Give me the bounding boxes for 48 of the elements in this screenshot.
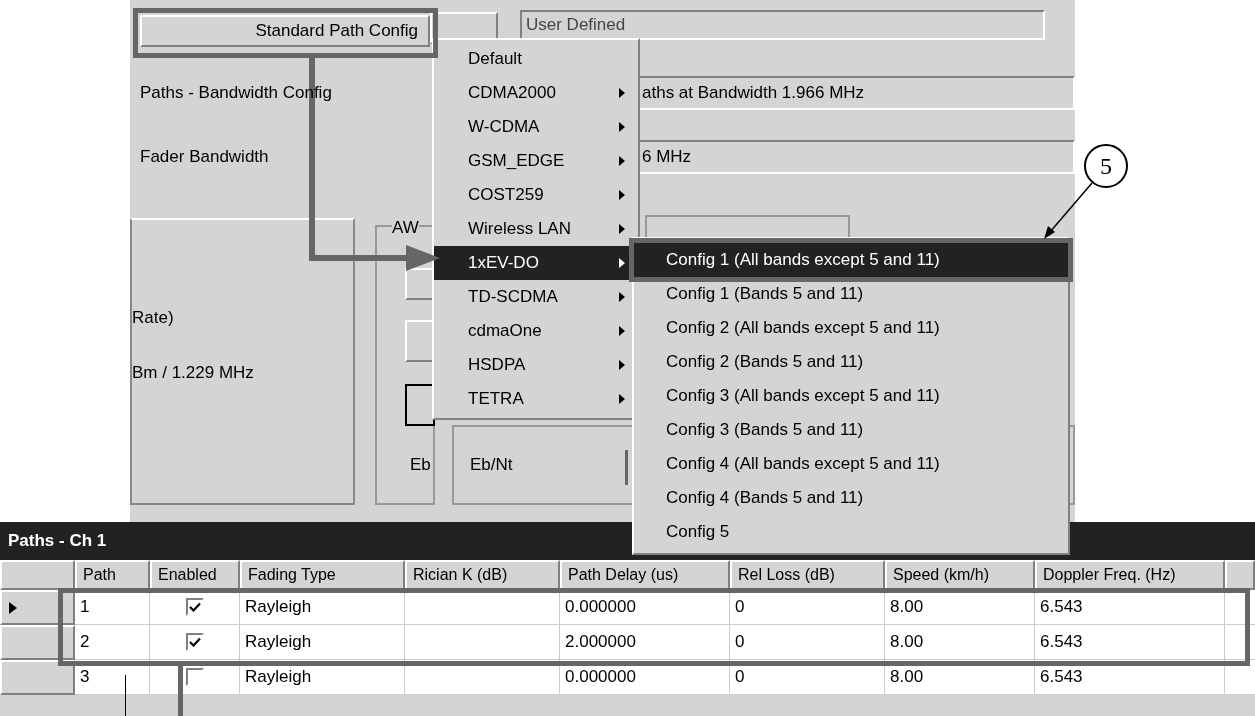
column-header[interactable]: Enabled bbox=[150, 560, 240, 590]
menu-item-label: TD-SCDMA bbox=[468, 286, 558, 309]
table-cell: 8.00 bbox=[885, 625, 1035, 660]
field-label: Fader Bandwidth bbox=[140, 146, 269, 168]
column-header[interactable]: Fading Type bbox=[240, 560, 405, 590]
column-header[interactable]: Path bbox=[75, 560, 150, 590]
leader-line bbox=[125, 675, 126, 716]
menu-item-label: 1xEV-DO bbox=[468, 252, 539, 275]
submenu-item[interactable]: Config 4 (Bands 5 and 11) bbox=[634, 481, 1068, 515]
field-label: Paths - Bandwidth Config bbox=[140, 82, 332, 104]
column-header[interactable]: Doppler Freq. (Hz) bbox=[1035, 560, 1225, 590]
eb-nt-label: Eb/Nt bbox=[470, 454, 513, 476]
group-text: Rate) bbox=[132, 307, 174, 329]
column-header[interactable]: Rel Loss (dB) bbox=[730, 560, 885, 590]
table-cell: 2 bbox=[75, 625, 150, 660]
column-header[interactable]: Path Delay (us) bbox=[560, 560, 730, 590]
table-cell: 2.000000 bbox=[560, 625, 730, 660]
menu-item-label: HSDPA bbox=[468, 354, 526, 377]
column-header[interactable]: Speed (km/h) bbox=[885, 560, 1035, 590]
check-icon bbox=[188, 602, 201, 612]
group-text: Eb bbox=[410, 454, 431, 476]
menu-item-label: COST259 bbox=[468, 184, 544, 207]
menu-item-label: TETRA bbox=[468, 388, 524, 411]
menu-item-label: cdmaOne bbox=[468, 320, 542, 343]
row-header[interactable] bbox=[0, 625, 75, 660]
standard-path-config-button[interactable]: Standard Path Config bbox=[140, 15, 430, 47]
submenu-item[interactable]: Config 3 (Bands 5 and 11) bbox=[634, 413, 1068, 447]
table-cell: Rayleigh bbox=[240, 625, 405, 660]
submenu-item[interactable]: Config 4 (All bands except 5 and 11) bbox=[634, 447, 1068, 481]
check-icon bbox=[188, 637, 201, 647]
menu-item-label: CDMA2000 bbox=[468, 82, 556, 105]
menu-item[interactable]: Wireless LAN bbox=[434, 212, 638, 246]
column-header bbox=[1225, 560, 1255, 590]
menu-item[interactable]: COST259 bbox=[434, 178, 638, 212]
menu-item-label: Wireless LAN bbox=[468, 218, 571, 241]
row-header[interactable] bbox=[0, 660, 75, 695]
table-cell: 6.543 bbox=[1035, 625, 1225, 660]
current-row-icon bbox=[8, 600, 18, 615]
leader-line bbox=[1042, 182, 1094, 240]
table-cell: 0 bbox=[730, 625, 885, 660]
menu-item-label: GSM_EDGE bbox=[468, 150, 565, 173]
menu-item[interactable]: Default bbox=[434, 42, 638, 76]
group-text: Bm / 1.229 MHz bbox=[132, 362, 254, 384]
row-header[interactable] bbox=[0, 590, 75, 625]
callout-number: 5 bbox=[1084, 144, 1128, 188]
menu-item-label: W-CDMA bbox=[468, 116, 540, 139]
column-header[interactable]: Rician K (dB) bbox=[405, 560, 560, 590]
menu-item-label: Default bbox=[468, 48, 522, 71]
